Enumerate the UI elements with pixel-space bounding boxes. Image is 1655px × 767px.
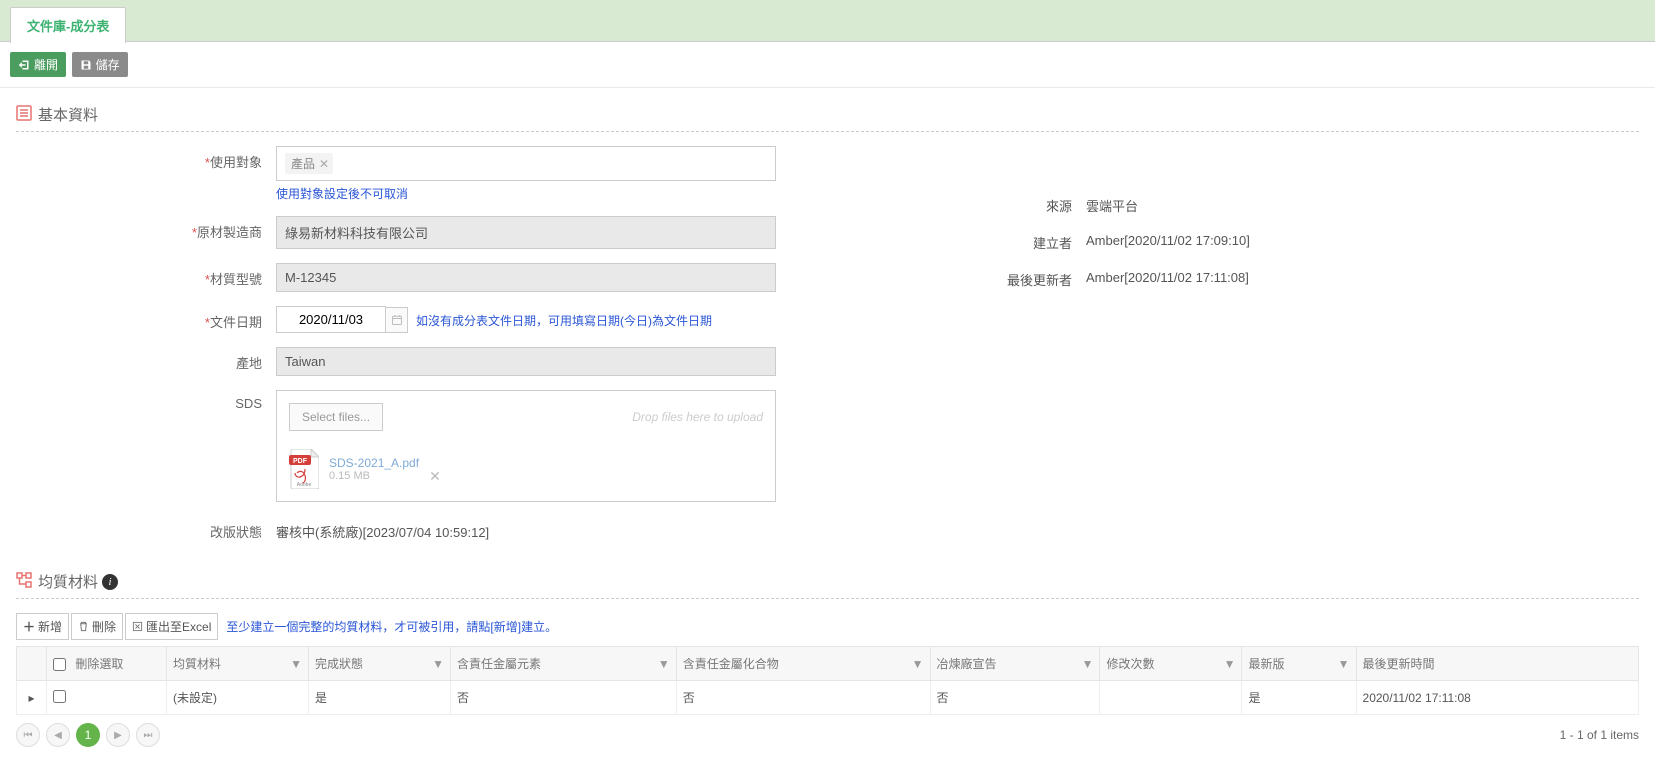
leave-button[interactable]: 離開 [10, 52, 66, 77]
table-row: ▸ (未設定) 是 否 否 否 是 2020/11/02 17:11:08 [17, 681, 1639, 715]
pager: ⏮ ◀ 1 ▶ ⏭ 1 - 1 of 1 items [16, 723, 1639, 747]
drop-hint: Drop files here to upload [632, 410, 763, 424]
info-icon[interactable]: i [102, 574, 118, 590]
doc-date-hint: 如沒有成分表文件日期，可用填寫日期(今日)為文件日期 [416, 306, 712, 329]
filter-icon[interactable]: ▼ [658, 657, 670, 671]
close-icon[interactable]: ✕ [319, 157, 329, 171]
row-select-checkbox[interactable] [53, 690, 66, 703]
grid-hint: 至少建立一個完整的均質材料，才可被引用，請點[新增]建立。 [226, 618, 557, 635]
delete-button[interactable]: 刪除 [71, 613, 123, 640]
select-all-checkbox[interactable] [53, 658, 66, 671]
sds-upload-box: Select files... Drop files here to uploa… [276, 390, 776, 502]
value-source: 雲端平台 [1086, 196, 1138, 215]
calendar-icon [391, 314, 403, 326]
pager-first-button[interactable]: ⏮ [16, 723, 40, 747]
usage-hint: 使用對象設定後不可取消 [276, 185, 776, 202]
manufacturer-field: 綠易新材料科技有限公司 [276, 216, 776, 249]
col-rev-count[interactable]: 修改次數▼ [1100, 647, 1242, 681]
svg-text:Adobe: Adobe [297, 482, 312, 488]
label-doc-date: *文件日期 [26, 306, 276, 331]
label-source: 來源 [1006, 196, 1086, 215]
filter-icon[interactable]: ▼ [1338, 657, 1350, 671]
label-sds: SDS [26, 390, 276, 411]
origin-field: Taiwan [276, 347, 776, 376]
calendar-button[interactable] [386, 307, 408, 333]
label-usage: *使用對象 [26, 146, 276, 171]
file-size: 0.15 MB [329, 470, 419, 482]
leave-button-label: 離開 [34, 56, 58, 73]
section-basic-info-title: 基本資料 [16, 98, 1639, 132]
label-creator: 建立者 [1006, 233, 1086, 252]
add-button[interactable]: ＋ 新增 [16, 613, 69, 640]
pager-last-button[interactable]: ⏭ [136, 723, 160, 747]
trash-icon [78, 621, 89, 632]
info-sidebar: 來源 雲端平台 建立者 Amber[2020/11/02 17:09:10] 最… [1006, 196, 1426, 307]
col-delete-select: 刪除選取 [47, 647, 167, 681]
plus-icon: ＋ [23, 618, 35, 635]
file-name[interactable]: SDS-2021_A.pdf [329, 456, 419, 470]
section-materials-title: 均質材料 i [16, 565, 1639, 599]
filter-icon[interactable]: ▼ [1224, 657, 1236, 671]
rev-status-value: 審核中(系統廠)[2023/07/04 10:59:12] [276, 516, 776, 541]
col-metal-elem[interactable]: 含責任金屬元素▼ [451, 647, 677, 681]
pager-prev-button[interactable]: ◀ [46, 723, 70, 747]
save-button[interactable]: 儲存 [72, 52, 128, 77]
usage-chip: 產品 ✕ [285, 153, 333, 174]
material-no-field: M-12345 [276, 263, 776, 292]
select-files-button[interactable]: Select files... [289, 403, 383, 431]
pager-next-button[interactable]: ▶ [106, 723, 130, 747]
cell-latest: 是 [1242, 681, 1356, 715]
export-excel-button[interactable]: 匯出至Excel [125, 613, 218, 640]
col-metal-comp[interactable]: 含責任金屬化合物▼ [676, 647, 930, 681]
label-origin: 產地 [26, 347, 276, 372]
tab-bar: 文件庫-成分表 [0, 0, 1655, 42]
label-updater: 最後更新者 [1006, 270, 1086, 289]
col-complete[interactable]: 完成狀態▼ [309, 647, 451, 681]
tab-composition[interactable]: 文件庫-成分表 [10, 7, 126, 43]
cell-updated: 2020/11/02 17:11:08 [1356, 681, 1638, 715]
grid-toolbar: ＋ 新增 刪除 匯出至Excel 至少建立一個完整的均質材料，才可被引用，請點[… [16, 613, 1639, 640]
filter-icon[interactable]: ▼ [912, 657, 924, 671]
doc-date-input[interactable] [276, 306, 386, 333]
value-creator: Amber[2020/11/02 17:09:10] [1086, 233, 1250, 252]
excel-icon [132, 621, 143, 632]
save-icon [80, 59, 92, 71]
pager-info: 1 - 1 of 1 items [1560, 728, 1639, 742]
svg-text:PDF: PDF [293, 458, 308, 465]
col-material[interactable]: 均質材料▼ [167, 647, 309, 681]
cell-smelter: 否 [930, 681, 1100, 715]
list-icon [16, 105, 32, 125]
filter-icon[interactable]: ▼ [1082, 657, 1094, 671]
label-rev-status: 改版狀態 [26, 516, 276, 541]
label-material-no: *材質型號 [26, 263, 276, 288]
col-updated: 最後更新時間 [1356, 647, 1638, 681]
materials-grid: 刪除選取 均質材料▼ 完成狀態▼ 含責任金屬元素▼ 含責任金屬化合物▼ 冶煉廠宣… [16, 646, 1639, 715]
cell-metal-comp: 否 [676, 681, 930, 715]
cell-complete: 是 [309, 681, 451, 715]
col-smelter[interactable]: 冶煉廠宣告▼ [930, 647, 1100, 681]
value-updater: Amber[2020/11/02 17:11:08] [1086, 270, 1249, 289]
cell-rev-count [1100, 681, 1242, 715]
cell-material-link[interactable]: (未設定) [167, 681, 309, 715]
save-button-label: 儲存 [96, 56, 120, 73]
section-materials-label: 均質材料 [38, 571, 98, 592]
col-latest[interactable]: 最新版▼ [1242, 647, 1356, 681]
grid-header-row: 刪除選取 均質材料▼ 完成狀態▼ 含責任金屬元素▼ 含責任金屬化合物▼ 冶煉廠宣… [17, 647, 1639, 681]
section-basic-info-label: 基本資料 [38, 104, 98, 125]
filter-icon[interactable]: ▼ [290, 657, 302, 671]
expand-row-button[interactable]: ▸ [17, 681, 47, 715]
remove-file-button[interactable]: ✕ [429, 454, 441, 485]
pdf-icon: PDF Adobe [289, 449, 319, 489]
pager-page-1[interactable]: 1 [76, 723, 100, 747]
uploaded-file-row: PDF Adobe SDS-2021_A.pdf 0.15 MB ✕ [289, 449, 763, 489]
filter-icon[interactable]: ▼ [432, 657, 444, 671]
cell-metal-elem: 否 [451, 681, 677, 715]
action-toolbar: 離開 儲存 [0, 42, 1655, 88]
label-manufacturer: *原材製造商 [26, 216, 276, 241]
tree-icon [16, 572, 32, 592]
usage-target-input[interactable]: 產品 ✕ [276, 146, 776, 181]
exit-icon [18, 59, 30, 71]
